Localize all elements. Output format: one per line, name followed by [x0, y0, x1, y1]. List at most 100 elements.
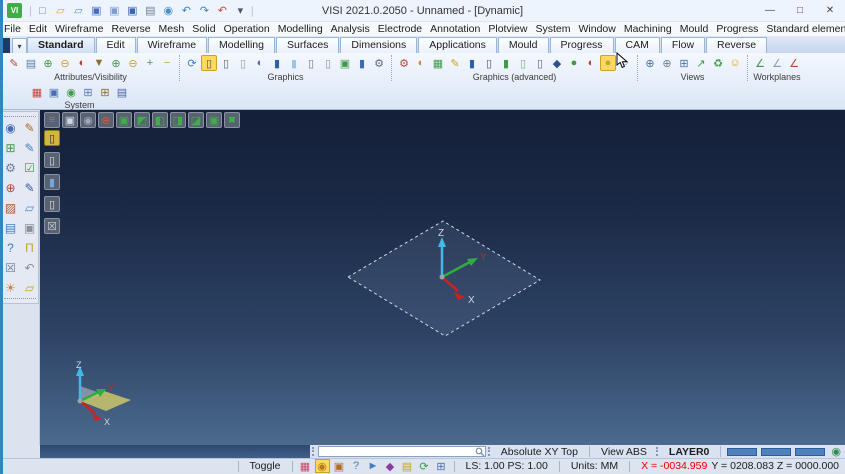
menu-item[interactable]: Window [574, 22, 619, 36]
explode-view-icon[interactable]: ☀ [2, 279, 19, 296]
solid-shaded-icon[interactable]: ▮ [269, 55, 285, 71]
transparent-icon[interactable]: ▮ [286, 55, 302, 71]
workplane-edit-icon[interactable]: ∠ [769, 55, 785, 71]
snap-help-icon[interactable]: ? [349, 459, 364, 473]
edit-colors-icon[interactable]: ✎ [447, 55, 463, 71]
menu-item[interactable]: Reverse [107, 22, 154, 36]
material-palette-icon[interactable]: ▦ [430, 55, 446, 71]
search-input[interactable] [318, 447, 475, 456]
light-settings-icon[interactable]: ◐ [413, 55, 429, 71]
menu-item[interactable]: Machining [620, 22, 676, 36]
maximize-button[interactable]: □ [785, 0, 815, 21]
save-icon[interactable]: ▣ [88, 2, 105, 19]
menu-item[interactable]: Analysis [327, 22, 374, 36]
customize-quick-access-icon[interactable]: ▾ [232, 2, 249, 19]
show-plus-icon[interactable]: + [142, 55, 158, 71]
zoom-options-icon[interactable]: ⚙ [2, 159, 19, 176]
sphere-green-icon[interactable]: ● [566, 55, 582, 71]
delete-entities-icon[interactable]: ☒ [2, 259, 19, 276]
solid-small-icon[interactable]: ▯ [532, 55, 548, 71]
regen-status-icon[interactable]: ⟳ [417, 459, 432, 473]
calculator-icon[interactable]: ▤ [114, 84, 130, 100]
zoom-dynamic-icon[interactable]: ⊕ [642, 55, 658, 71]
menu-item[interactable]: Standard elements [762, 22, 845, 36]
solid-box-icon[interactable]: ▣ [21, 219, 38, 236]
render-settings-icon[interactable]: ▣ [337, 55, 353, 71]
menu-item[interactable]: Mesh [155, 22, 189, 36]
print-icon[interactable]: ▤ [142, 2, 159, 19]
ghost-mode-icon[interactable]: ▯ [320, 55, 336, 71]
status-grip[interactable] [311, 447, 316, 456]
axes-tool-icon[interactable]: ⊕ [2, 179, 19, 196]
show-selected-icon[interactable]: ⊕ [40, 55, 56, 71]
ribbon-tab[interactable]: Wireframe [136, 37, 208, 53]
solid-green-icon[interactable]: ▮ [498, 55, 514, 71]
ribbon-tab[interactable]: Mould [497, 37, 549, 53]
wireframe-mode-icon[interactable]: ▯ [218, 55, 234, 71]
ribbon-tab[interactable]: Modelling [208, 37, 275, 53]
ribbon-tab[interactable]: Surfaces [275, 37, 340, 53]
apply-confirm-icon[interactable]: ☑ [21, 159, 38, 176]
help-question-icon[interactable]: ? [2, 239, 19, 256]
close-button[interactable]: ✕ [815, 0, 845, 21]
save-as-icon[interactable]: ▣ [106, 2, 123, 19]
cleanup-brush-icon[interactable]: ▨ [2, 199, 19, 216]
globe-icon[interactable]: ◉ [831, 445, 841, 458]
menu-item[interactable]: Electrode [374, 22, 426, 36]
undo-last-icon[interactable]: ↶ [21, 259, 38, 276]
traffic-light-icon[interactable]: ◐ [74, 55, 90, 71]
ribbon-tab[interactable]: Standard [27, 37, 95, 53]
draw-line-icon[interactable]: ✎ [21, 179, 38, 196]
command-list-icon[interactable]: ▤ [400, 459, 415, 473]
menu-item[interactable]: Wireframe [51, 22, 107, 36]
menu-item[interactable]: Modelling [274, 22, 327, 36]
color-palette-icon[interactable]: ▦ [29, 84, 45, 100]
entity-info-icon[interactable]: ▤ [23, 55, 39, 71]
solid-view-b-icon[interactable]: ▯ [481, 55, 497, 71]
layer-stack-icon[interactable]: ▤ [2, 219, 19, 236]
view-abs-indicator[interactable]: View ABS [594, 446, 654, 458]
menu-item[interactable]: Solid [188, 22, 219, 36]
solid-note-icon[interactable]: ▯ [515, 55, 531, 71]
undo-view-icon[interactable]: ↶ [214, 2, 231, 19]
snap-entity-icon[interactable]: ◉ [314, 459, 330, 473]
visibility-filter-icon[interactable]: ▼ [91, 55, 107, 71]
menu-item[interactable]: Operation [220, 22, 274, 36]
toolbar-grip[interactable] [4, 298, 36, 303]
snap-grid-icon[interactable]: ▦ [298, 459, 313, 473]
show-all-icon[interactable]: ⊕ [108, 55, 124, 71]
status-grip[interactable] [487, 447, 492, 456]
wire-small-icon[interactable]: ▯ [303, 55, 319, 71]
viewport[interactable]: ≡▣◉⊕▣◩◧◨◪▣■ ▯▯▮▯☒ Z Y X Z [40, 110, 845, 445]
fit-view-icon[interactable]: ⊞ [2, 139, 19, 156]
status-grip[interactable] [655, 447, 660, 456]
active-layer-indicator[interactable]: LAYER0 [662, 446, 716, 458]
surface-plane-icon[interactable]: ▱ [21, 199, 38, 216]
send-command-icon[interactable]: ► [366, 459, 381, 473]
sphere-yellow-icon[interactable]: ● [600, 55, 616, 71]
solid-view-a-icon[interactable]: ▮ [464, 55, 480, 71]
half-shaded-icon[interactable]: ◐ [252, 55, 268, 71]
image-capture-icon[interactable]: ▣ [46, 84, 62, 100]
circle-select-icon[interactable]: ○ [617, 55, 633, 71]
ribbon-tab[interactable]: Flow [660, 37, 706, 53]
grid-toggle-icon[interactable]: ⊞ [434, 459, 449, 473]
export-icon[interactable]: ▣ [124, 2, 141, 19]
menu-item[interactable]: Plotview [484, 22, 531, 36]
workplane-create-icon[interactable]: ∠ [752, 55, 768, 71]
workbench-icon[interactable]: Π [21, 239, 38, 256]
toggle-button[interactable]: Toggle [243, 460, 288, 472]
system-globe-icon[interactable]: ◉ [63, 84, 79, 100]
shaded-mode-icon[interactable]: ▯ [201, 55, 217, 71]
ribbon-tab[interactable]: Applications [418, 37, 497, 53]
snap-stamp-icon[interactable]: ▣ [332, 459, 347, 473]
ribbon-tab[interactable]: Progress [549, 37, 614, 53]
graphics-options-icon[interactable]: ⚙ [371, 55, 387, 71]
regen-icon[interactable]: ⟳ [184, 55, 200, 71]
hide-selected-icon[interactable]: ⊖ [57, 55, 73, 71]
preview-icon[interactable]: ◉ [160, 2, 177, 19]
attribute-tools-icon[interactable]: ⚙ [396, 55, 412, 71]
regen-view-icon[interactable]: ♻ [710, 55, 726, 71]
open-image-folder-icon[interactable]: ▱ [21, 279, 38, 296]
menu-item[interactable]: Annotation [426, 22, 484, 36]
